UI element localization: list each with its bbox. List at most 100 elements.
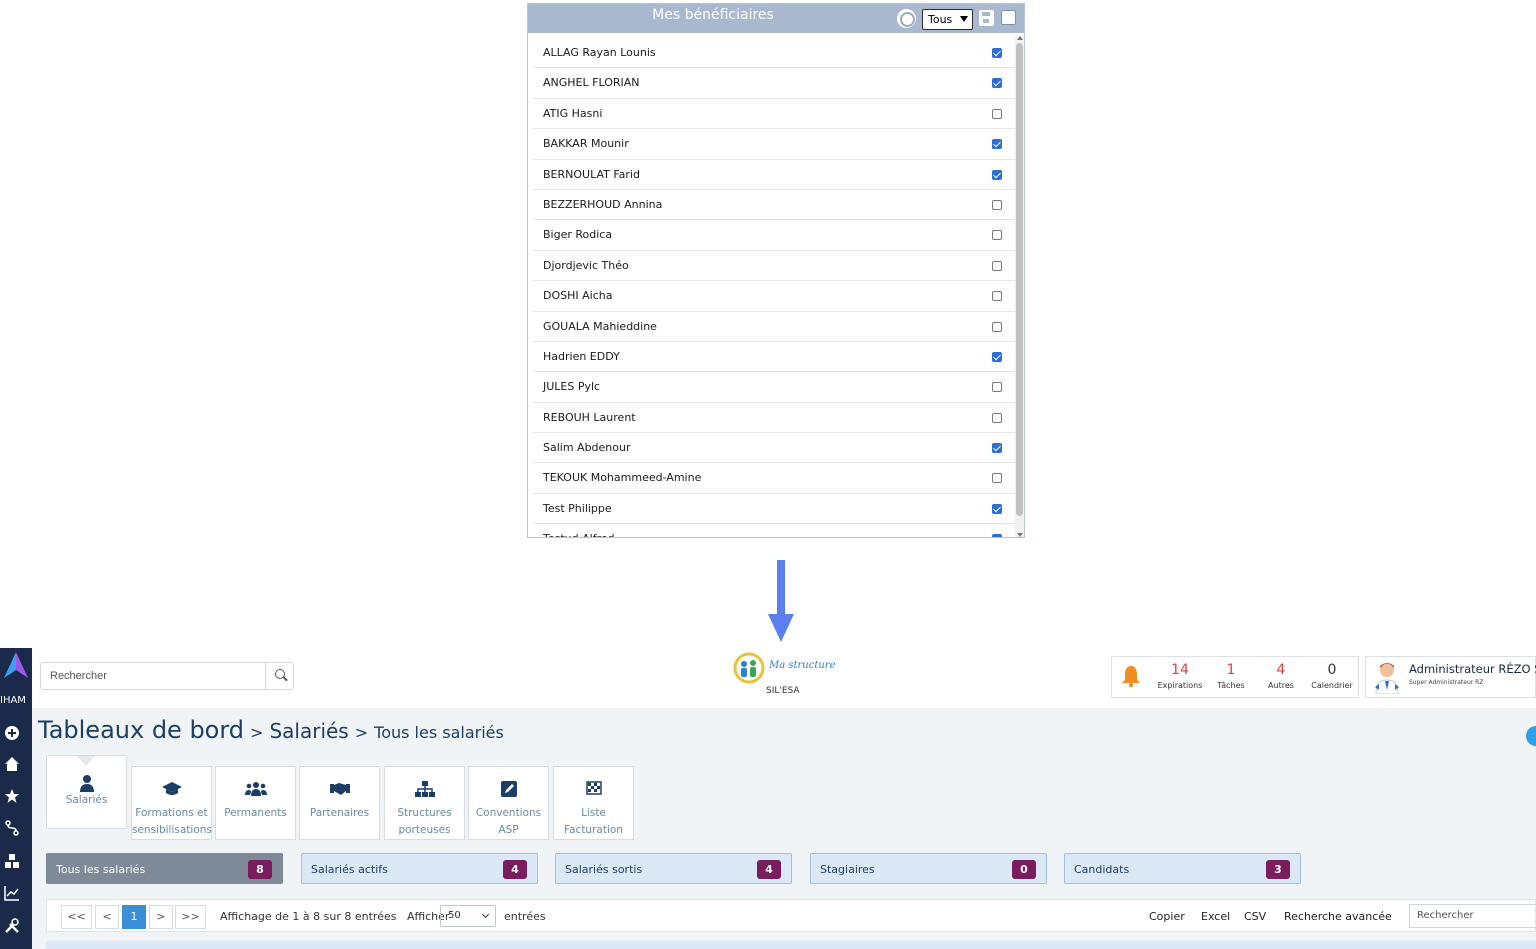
list-item[interactable]: Biger Rodica <box>533 220 1015 251</box>
tab-conventions[interactable]: Conventions ASP <box>468 766 549 840</box>
list-item[interactable]: Hadrien EDDY <box>533 342 1015 373</box>
count-badge: 4 <box>503 860 527 879</box>
list-item[interactable]: Testud Alfred <box>533 524 1015 537</box>
boxes-icon[interactable] <box>3 853 21 871</box>
beneficiary-name: GOUALA Mahieddine <box>543 319 657 333</box>
copy-button[interactable]: Copier <box>1149 910 1185 923</box>
table-search-input[interactable]: Rechercher <box>1409 904 1536 928</box>
stat-taches[interactable]: 1 Tâches <box>1212 661 1250 690</box>
count-badge: 0 <box>1012 860 1036 879</box>
scroll-down-icon[interactable] <box>1017 533 1023 537</box>
filter-tous-les-salaries[interactable]: Tous les salariés 8 <box>46 853 283 884</box>
avatar <box>1375 663 1399 694</box>
table-toolbar: << < 1 > >> Affichage de 1 à 8 sur 8 ent… <box>46 899 1536 932</box>
last-page-button[interactable]: >> <box>175 905 206 929</box>
beneficiary-checkbox[interactable] <box>992 321 1002 332</box>
star-icon[interactable] <box>3 788 21 806</box>
excel-button[interactable]: Excel <box>1201 910 1230 923</box>
flag-checkered-icon <box>554 781 633 801</box>
scrollbar-thumb[interactable] <box>1016 43 1023 516</box>
beneficiary-checkbox[interactable] <box>992 382 1002 393</box>
next-page-button[interactable]: > <box>149 905 173 929</box>
list-item[interactable]: BEZZERHOUD Annina <box>533 190 1015 221</box>
list-item[interactable]: GOUALA Mahieddine <box>533 312 1015 342</box>
tab-label: Permanents <box>224 807 287 819</box>
user-menu[interactable]: Administrateur RÉZO SO Super Administrat… <box>1365 656 1536 698</box>
list-item[interactable]: TEKOUK Mohammeed-Amine <box>533 463 1015 494</box>
panel-scrollbar[interactable] <box>1015 35 1024 537</box>
stat-calendrier[interactable]: 0 Calendrier <box>1308 661 1356 690</box>
tab-salaries[interactable]: Salariés <box>46 755 127 829</box>
stat-label: Expirations <box>1157 681 1203 690</box>
scroll-up-icon[interactable] <box>1017 36 1023 40</box>
filter-stagiaires[interactable]: Stagiaires 0 <box>810 853 1047 884</box>
tab-formations[interactable]: Formations et sensibilisations <box>131 766 212 840</box>
beneficiary-checkbox[interactable] <box>992 412 1002 423</box>
beneficiary-checkbox[interactable] <box>992 48 1002 58</box>
list-item[interactable]: ANGHEL FLORIAN <box>533 68 1015 99</box>
user-name: Administrateur RÉZO SO <box>1409 662 1536 676</box>
filter-candidats[interactable]: Candidats 3 <box>1064 853 1301 884</box>
breadcrumb-salaries[interactable]: Salariés <box>269 719 348 743</box>
tab-structures[interactable]: Structures porteuses <box>384 766 465 840</box>
prev-page-button[interactable]: < <box>95 905 119 929</box>
filter-salaries-sortis[interactable]: Salariés sortis 4 <box>555 853 792 884</box>
stat-value: 0 <box>1327 662 1337 678</box>
panel-title: Mes bénéficiaires <box>652 7 774 23</box>
chart-line-icon[interactable] <box>3 885 21 903</box>
page-length-select[interactable]: 50 <box>440 905 496 927</box>
beneficiary-checkbox[interactable] <box>992 230 1002 241</box>
tools-icon[interactable] <box>3 918 21 936</box>
home-icon[interactable] <box>3 756 21 774</box>
route-icon[interactable] <box>3 820 21 838</box>
chevron-down-icon <box>960 16 968 22</box>
beneficiary-checkbox[interactable] <box>992 78 1002 89</box>
filter-label: Salariés actifs <box>311 863 388 876</box>
list-item[interactable]: JULES Pylc <box>533 372 1015 403</box>
beneficiary-checkbox[interactable] <box>992 473 1002 484</box>
beneficiary-checkbox[interactable] <box>992 291 1002 302</box>
list-item[interactable]: REBOUH Laurent <box>533 403 1015 434</box>
tab-facturation[interactable]: Liste Facturation <box>553 766 634 840</box>
list-item[interactable]: Djordjevic Théo <box>533 251 1015 282</box>
advanced-search-button[interactable]: Recherche avancée <box>1284 910 1392 923</box>
filter-select[interactable]: Tous <box>922 9 973 30</box>
stat-label: Calendrier <box>1311 681 1353 690</box>
beneficiary-checkbox[interactable] <box>992 503 1002 514</box>
beneficiary-checkbox[interactable] <box>992 169 1002 180</box>
search-input[interactable] <box>41 663 266 689</box>
beneficiary-checkbox[interactable] <box>992 260 1002 271</box>
list-item[interactable]: BAKKAR Mounir <box>533 129 1015 160</box>
page-1-button[interactable]: 1 <box>122 905 146 929</box>
select-all-checkbox[interactable] <box>1001 10 1016 25</box>
beneficiary-checkbox[interactable] <box>992 139 1002 150</box>
tab-permanents[interactable]: Permanents <box>215 766 296 840</box>
list-item[interactable]: BERNOULAT Farid <box>533 160 1015 190</box>
plus-circle-icon[interactable] <box>3 725 21 743</box>
stat-expirations[interactable]: 14 Expirations <box>1152 661 1208 690</box>
list-item[interactable]: Test Philippe <box>533 494 1015 525</box>
beneficiary-checkbox[interactable] <box>992 443 1002 454</box>
beneficiary-checkbox[interactable] <box>992 108 1002 119</box>
filter-salaries-actifs[interactable]: Salariés actifs 4 <box>301 853 538 884</box>
breadcrumb-dashboard[interactable]: Tableaux de bord <box>38 716 244 744</box>
sitemap-icon <box>385 781 464 801</box>
search-icon[interactable] <box>266 663 294 689</box>
beneficiary-checkbox[interactable] <box>992 199 1002 210</box>
list-item[interactable]: ALLAG Rayan Lounis <box>533 38 1015 69</box>
list-item[interactable]: ATIG Hasni <box>533 99 1015 130</box>
tab-partenaires[interactable]: Partenaires <box>299 766 380 840</box>
filter-label: Salariés sortis <box>565 863 643 876</box>
list-item[interactable]: Salim Abdenour <box>533 433 1015 464</box>
search-icon[interactable] <box>897 9 916 28</box>
stat-autres[interactable]: 4 Autres <box>1262 661 1300 690</box>
beneficiary-checkbox[interactable] <box>992 351 1002 362</box>
save-icon[interactable] <box>979 10 994 26</box>
bell-icon[interactable] <box>1121 665 1141 687</box>
beneficiary-name: BEZZERHOUD Annina <box>543 197 663 211</box>
beneficiary-checkbox[interactable] <box>992 534 1002 537</box>
first-page-button[interactable]: << <box>61 905 92 929</box>
csv-button[interactable]: CSV <box>1244 910 1266 923</box>
list-item[interactable]: DOSHI Aicha <box>533 281 1015 312</box>
count-badge: 4 <box>757 860 781 879</box>
